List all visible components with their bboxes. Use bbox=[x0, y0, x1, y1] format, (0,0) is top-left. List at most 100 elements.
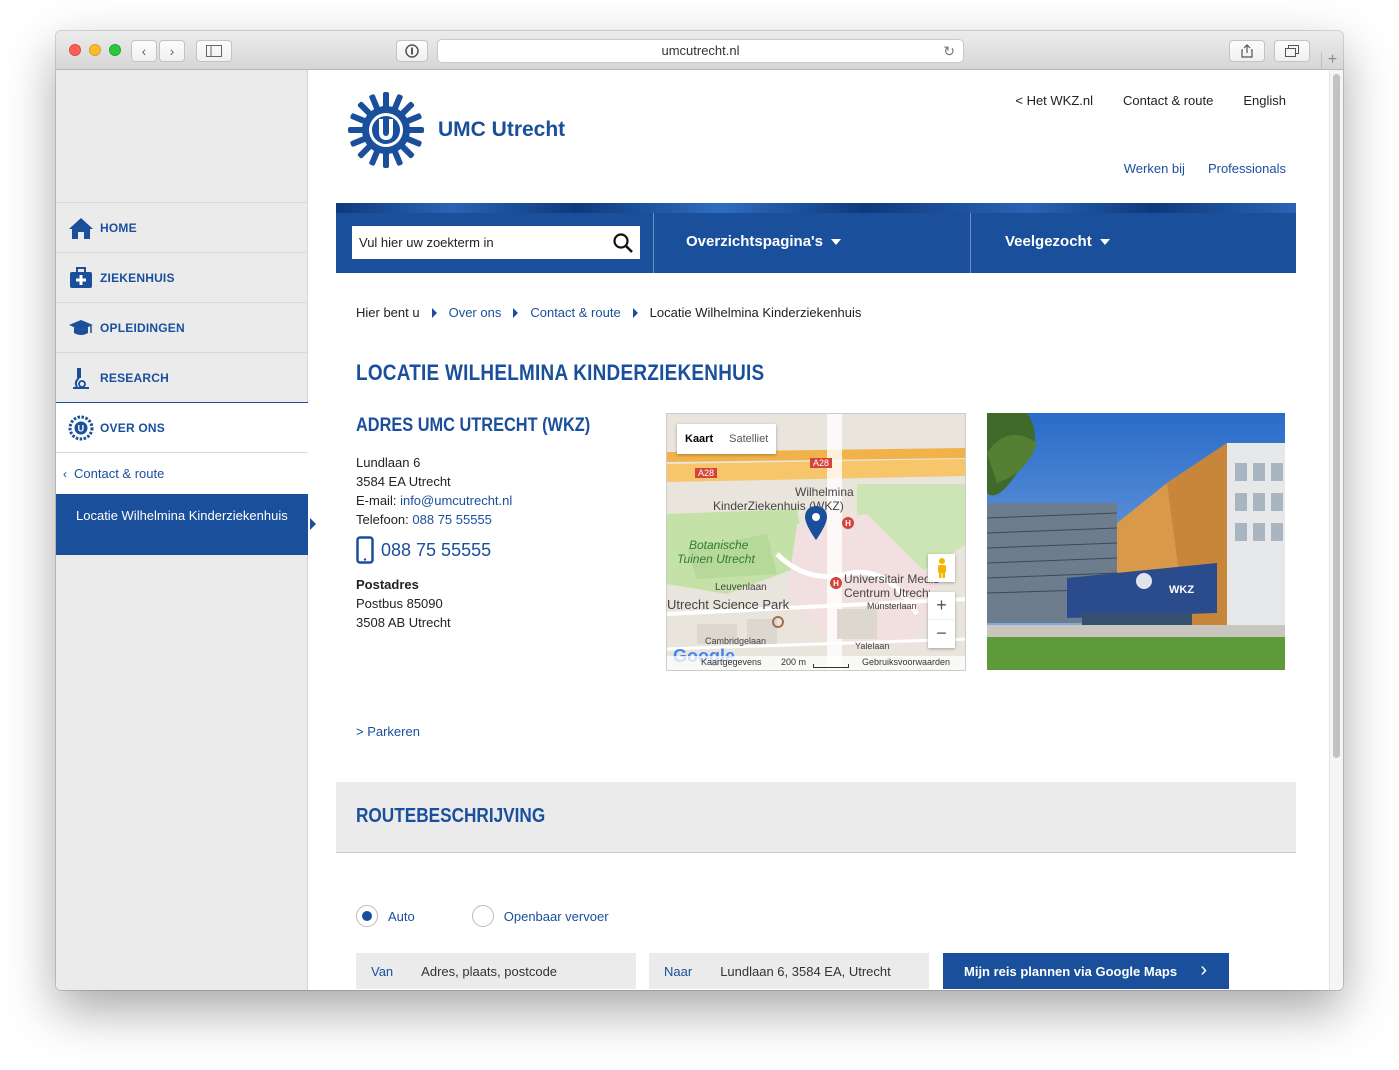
address-block: Lundlaan 6 3584 EA Utrecht E-mail: info@… bbox=[356, 453, 512, 529]
home-icon bbox=[69, 217, 93, 239]
browser-window: ‹ › umcutrecht.nl ↻ + HOME ZIEKENHUIS OP… bbox=[56, 31, 1343, 990]
map-type-tabs: Kaart Satelliet bbox=[677, 424, 777, 454]
sidebar-item-label: OPLEIDINGEN bbox=[100, 320, 185, 335]
map-tab-satelliet[interactable]: Satelliet bbox=[721, 424, 776, 454]
breadcrumb-over-ons[interactable]: Over ons bbox=[449, 305, 502, 320]
street-view-pegman-icon[interactable] bbox=[928, 554, 955, 582]
to-field[interactable]: Naar Lundlaan 6, 3584 EA, Utrecht bbox=[649, 953, 929, 989]
microscope-icon bbox=[73, 367, 89, 389]
map-footer: Kaartgegevens 200 m Gebruiksvoorwaarden bbox=[667, 656, 965, 670]
link-professionals[interactable]: Professionals bbox=[1208, 161, 1286, 176]
mobile-phone-icon bbox=[356, 536, 374, 564]
breadcrumb-contact-route[interactable]: Contact & route bbox=[530, 305, 620, 320]
tabs-overview-button[interactable] bbox=[1274, 40, 1310, 62]
share-button[interactable] bbox=[1229, 40, 1265, 62]
forward-button[interactable]: › bbox=[159, 40, 185, 62]
map-scale: 200 m bbox=[781, 657, 807, 667]
map-zoom-out-button[interactable]: − bbox=[928, 620, 955, 648]
dropdown-overzichtspaginas[interactable]: Overzichtspagina's bbox=[686, 233, 841, 250]
close-window-button[interactable] bbox=[69, 44, 81, 56]
route-title: ROUTEBESCHRIJVING bbox=[356, 805, 546, 827]
map-zoom-in-button[interactable]: + bbox=[928, 592, 955, 620]
new-tab-button[interactable]: + bbox=[1321, 52, 1343, 70]
caret-down-icon bbox=[1099, 239, 1110, 246]
hospital-marker-icon: H bbox=[830, 577, 842, 589]
map-label-botanische: Botanische bbox=[689, 538, 749, 552]
breadcrumb-arrow-icon bbox=[632, 307, 638, 318]
email-link[interactable]: info@umcutrecht.nl bbox=[400, 493, 512, 508]
address-city: 3584 EA Utrecht bbox=[356, 474, 451, 489]
to-input[interactable]: Lundlaan 6, 3584 EA, Utrecht bbox=[720, 964, 891, 979]
header-top-links: < Het WKZ.nl Contact & route English bbox=[1015, 93, 1286, 108]
chevron-left-icon: ‹ bbox=[63, 466, 67, 481]
caret-down-icon bbox=[830, 239, 841, 246]
dropdown-label: Overzichtspagina's bbox=[686, 233, 823, 250]
radio-openbaar-vervoer[interactable] bbox=[471, 905, 494, 927]
reader-button[interactable] bbox=[396, 40, 428, 62]
sidebar-item-label: ZIEKENHUIS bbox=[100, 270, 175, 285]
map-label-umc: Universitair Medisch bbox=[844, 572, 940, 586]
phone-link[interactable]: 088 75 55555 bbox=[412, 512, 492, 527]
radio-auto[interactable] bbox=[356, 905, 378, 927]
radio-ov-label[interactable]: Openbaar vervoer bbox=[504, 909, 609, 924]
phone-cta[interactable]: 088 75 55555 bbox=[356, 536, 491, 564]
map-data-credit[interactable]: Kaartgegevens bbox=[701, 657, 762, 667]
plan-route-button[interactable]: Mijn reis plannen via Google Maps › bbox=[943, 953, 1229, 989]
address-heading: ADRES UMC UTRECHT (WKZ) bbox=[356, 415, 591, 436]
navbar-decoration bbox=[336, 203, 1296, 213]
hospital-marker-icon: H bbox=[842, 517, 854, 529]
search-input[interactable]: Vul hier uw zoekterm in bbox=[359, 235, 494, 250]
site-logo[interactable]: UMC Utrecht bbox=[346, 90, 565, 170]
from-field[interactable]: Van Adres, plaats, postcode bbox=[356, 953, 636, 989]
reload-icon[interactable]: ↻ bbox=[943, 40, 955, 62]
sidebar-item-home[interactable]: HOME bbox=[56, 202, 308, 252]
transport-mode-options: Auto Openbaar vervoer bbox=[356, 905, 609, 927]
breadcrumb-arrow-icon bbox=[513, 307, 519, 318]
radio-auto-label[interactable]: Auto bbox=[388, 909, 415, 924]
scrollbar-thumb[interactable] bbox=[1333, 74, 1340, 758]
sidebar-item-opleidingen[interactable]: OPLEIDINGEN bbox=[56, 302, 308, 352]
from-input[interactable]: Adres, plaats, postcode bbox=[421, 964, 557, 979]
minimize-window-button[interactable] bbox=[89, 44, 101, 56]
plan-route-label: Mijn reis plannen via Google Maps bbox=[964, 963, 1178, 979]
phone-big-number: 088 75 55555 bbox=[381, 539, 492, 560]
building-photo: WKZ bbox=[987, 413, 1285, 670]
parkeren-link[interactable]: > Parkeren bbox=[356, 724, 420, 739]
google-map[interactable]: Kaart Satelliet A28 A28 Wilhelmina Kinde… bbox=[666, 413, 966, 671]
map-tab-kaart[interactable]: Kaart bbox=[677, 424, 721, 454]
link-het-wkz[interactable]: < Het WKZ.nl bbox=[1015, 93, 1093, 108]
search-icon[interactable] bbox=[612, 232, 634, 254]
map-label-tuinen: Tuinen Utrecht bbox=[677, 552, 755, 566]
breadcrumb-prefix: Hier bent u bbox=[356, 305, 420, 320]
sidebar-icon bbox=[206, 45, 222, 57]
link-contact-route[interactable]: Contact & route bbox=[1123, 93, 1213, 108]
map-label-yalelaan: Yalelaan bbox=[855, 641, 890, 651]
map-label-centrum: Centrum Utrecht bbox=[844, 586, 930, 600]
zoom-window-button[interactable] bbox=[109, 44, 121, 56]
map-pin-icon[interactable] bbox=[805, 506, 827, 540]
map-label-leuvenlaan: Leuvenlaan bbox=[715, 582, 767, 593]
navbar-divider bbox=[970, 213, 971, 273]
search-box[interactable]: Vul hier uw zoekterm in bbox=[351, 225, 641, 260]
link-werken-bij[interactable]: Werken bij bbox=[1124, 161, 1185, 176]
sidebar-item-over-ons[interactable]: U OVER ONS bbox=[56, 402, 308, 452]
address-bar[interactable]: umcutrecht.nl ↻ bbox=[437, 39, 964, 63]
scrollbar[interactable] bbox=[1329, 70, 1343, 990]
link-english[interactable]: English bbox=[1243, 93, 1286, 108]
share-icon bbox=[1241, 44, 1253, 58]
tabs-icon bbox=[1285, 45, 1299, 57]
sidebar-current-page[interactable]: Locatie Wilhelmina Kinderziekenhuis bbox=[56, 494, 316, 555]
sidebar-toggle-button[interactable] bbox=[196, 40, 232, 62]
back-button[interactable]: ‹ bbox=[131, 40, 157, 62]
sidebar-subitem-contact-route[interactable]: ‹ Contact & route bbox=[56, 452, 308, 494]
map-terms-link[interactable]: Gebruiksvoorwaarden bbox=[862, 657, 950, 667]
header-secondary-links: Werken bij Professionals bbox=[1124, 161, 1286, 176]
sidebar-item-label: HOME bbox=[100, 220, 137, 235]
medical-kit-icon bbox=[70, 266, 92, 288]
umc-logo-icon: U bbox=[68, 415, 94, 440]
map-scale-bar bbox=[813, 664, 849, 668]
sidebar-item-research[interactable]: RESEARCH bbox=[56, 352, 308, 402]
sidebar-item-ziekenhuis[interactable]: ZIEKENHUIS bbox=[56, 252, 308, 302]
dropdown-veelgezocht[interactable]: Veelgezocht bbox=[1005, 233, 1110, 250]
postadres-label: Postadres bbox=[356, 577, 419, 592]
